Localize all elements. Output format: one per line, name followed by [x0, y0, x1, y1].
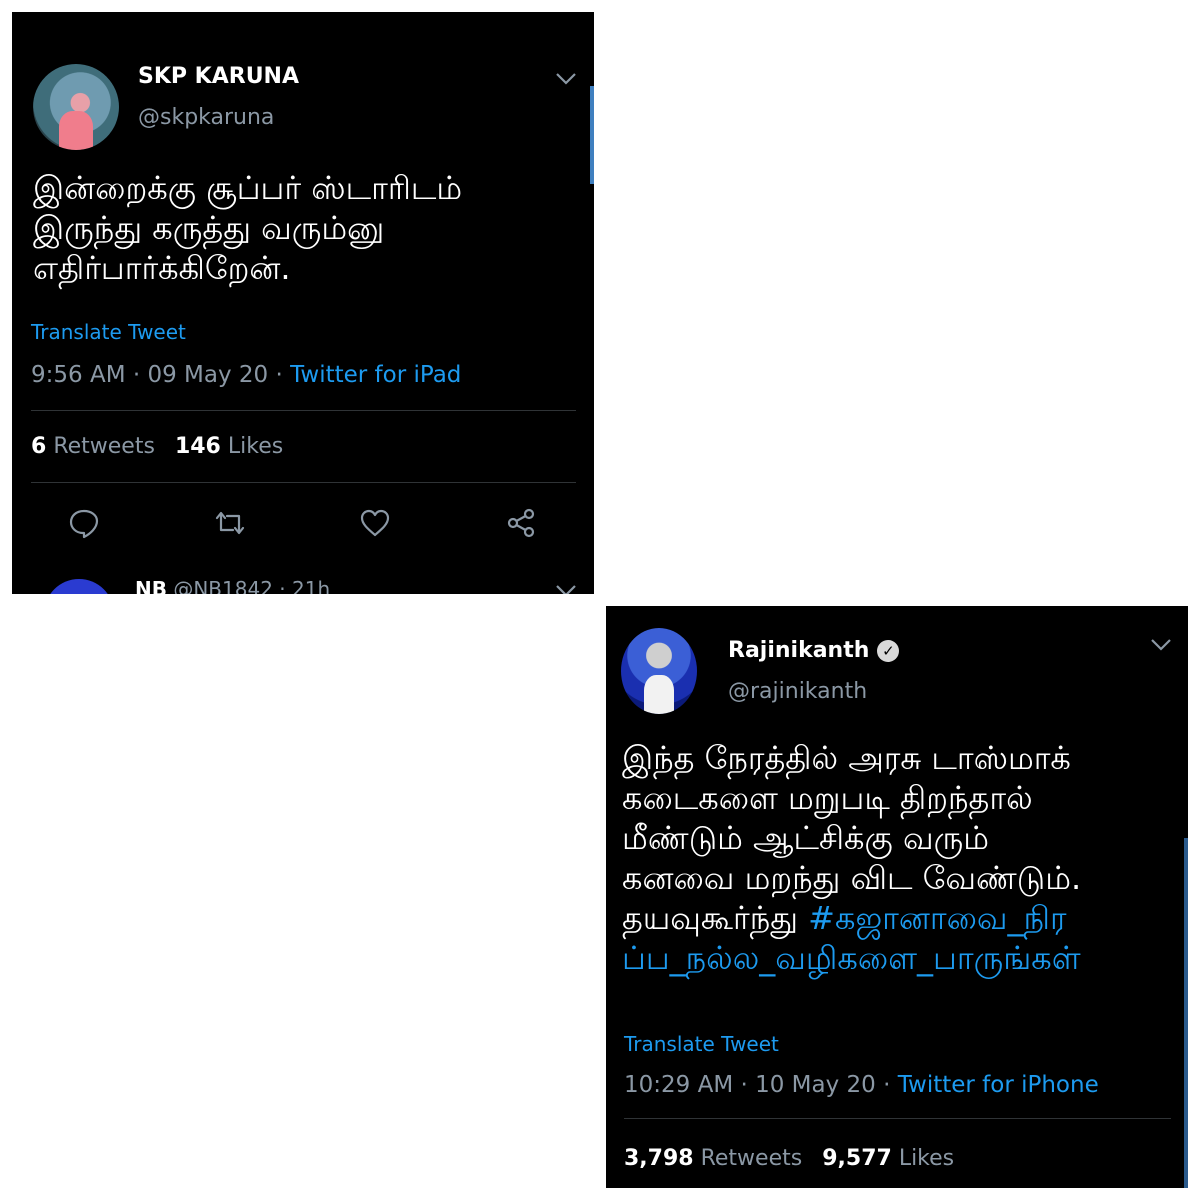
avatar-figure [643, 675, 675, 714]
avatar[interactable] [33, 64, 119, 150]
like-button[interactable] [358, 506, 392, 540]
likes-count: 9,577 [822, 1146, 892, 1171]
tweet-card-skpkaruna: SKP KARUNA @skpkaruna இன்றைக்கு சூப்பர் … [12, 12, 594, 594]
retweets-count: 3,798 [624, 1146, 694, 1171]
avatar[interactable] [621, 628, 697, 714]
retweets-label: Retweets [700, 1146, 803, 1171]
avatar-figure [58, 111, 94, 150]
tweet-stats: 6 Retweets 146 Likes [31, 434, 283, 459]
scrollbar[interactable] [590, 86, 594, 184]
verified-badge-icon: ✓ [877, 639, 900, 662]
display-name[interactable]: NB [135, 577, 167, 594]
tweet-source-link[interactable]: Twitter for iPad [290, 362, 461, 388]
display-name[interactable]: SKP KARUNA [138, 64, 299, 89]
tweet-time: 9:56 AM [31, 362, 126, 388]
meta-separator: · [268, 362, 291, 388]
translate-tweet-link[interactable]: Translate Tweet [31, 320, 186, 344]
retweet-button[interactable] [213, 506, 247, 540]
tweet-meta: 9:56 AM · 09 May 20 · Twitter for iPad [31, 362, 461, 388]
avatar[interactable] [44, 579, 114, 594]
retweets-stat[interactable]: 3,798 Retweets [624, 1146, 802, 1171]
tweet-text-prefix: தயவுகூர்ந்து [622, 899, 809, 937]
user-handle[interactable]: @skpkaruna [138, 105, 274, 130]
reply-button[interactable] [67, 506, 101, 540]
translate-tweet-link[interactable]: Translate Tweet [624, 1032, 779, 1056]
divider [31, 482, 576, 483]
likes-label: Likes [227, 434, 284, 459]
hashtag-link[interactable]: ப்ப_நல்ல_வழிகளை_பாருங்கள் [622, 938, 1162, 978]
tweet-text: இன்றைக்கு சூப்பர் ஸ்டாரிடம் இருந்து கருத… [33, 168, 553, 288]
meta-separator: · [733, 1072, 756, 1098]
retweet-icon [215, 511, 245, 535]
tweet-meta: 10:29 AM · 10 May 20 · Twitter for iPhon… [624, 1072, 1099, 1098]
tweet-stats: 3,798 Retweets 9,577 Likes [624, 1146, 954, 1171]
retweets-stat[interactable]: 6 Retweets [31, 434, 155, 459]
retweets-count: 6 [31, 434, 47, 459]
meta-separator: · [125, 362, 148, 388]
tweet-time: 10:29 AM [624, 1072, 734, 1098]
likes-stat[interactable]: 146 Likes [175, 434, 283, 459]
display-name[interactable]: Rajinikanth ✓ [728, 638, 900, 663]
share-button[interactable] [504, 506, 538, 540]
next-tweet-preview[interactable]: NB @NB1842 · 21h [12, 574, 594, 594]
likes-label: Likes [898, 1146, 955, 1171]
tweet-text-line: எதிர்பார்க்கிறேன். [33, 249, 291, 287]
tweet-date[interactable]: 10 May 20 [755, 1072, 876, 1098]
user-handle[interactable]: @rajinikanth [728, 679, 867, 704]
next-tweet-header: NB @NB1842 · 21h [135, 577, 330, 594]
tweet-date[interactable]: 09 May 20 [147, 362, 268, 388]
user-handle-time: @NB1842 · 21h [173, 577, 331, 594]
chevron-down-icon[interactable] [555, 584, 577, 594]
tweet-text-line: கடைகளை மறுபடி திறந்தால் [622, 779, 1033, 817]
tweet-text-line: இருந்து கருத்து வரும்னு [33, 209, 385, 247]
tweet-text: இந்த நேரத்தில் அரசு டாஸ்மாக் கடைகளை மறுப… [622, 738, 1162, 978]
divider [31, 410, 576, 411]
like-icon [360, 509, 390, 537]
retweets-label: Retweets [53, 434, 155, 459]
likes-stat[interactable]: 9,577 Likes [822, 1146, 954, 1171]
chevron-down-icon[interactable] [1150, 638, 1172, 652]
likes-count: 146 [174, 434, 221, 459]
scrollbar[interactable] [1184, 838, 1188, 1188]
tweet-source-link[interactable]: Twitter for iPhone [898, 1072, 1099, 1098]
reply-icon [69, 509, 99, 539]
share-icon [507, 508, 535, 538]
tweet-text-line: கனவை மறந்து விட வேண்டும். [622, 859, 1082, 897]
chevron-down-icon[interactable] [555, 72, 577, 86]
tweet-text-line: மீண்டும் ஆட்சிக்கு வரும் [622, 819, 989, 857]
divider [624, 1118, 1171, 1119]
tweet-text-line: தயவுகூர்ந்து #கஜானாவை_நிர [622, 898, 1162, 938]
hashtag-link[interactable]: #கஜானாவை_நிர [808, 899, 1066, 937]
meta-separator: · [875, 1072, 898, 1098]
tweet-card-rajinikanth: Rajinikanth ✓ @rajinikanth இந்த நேரத்தில்… [606, 606, 1188, 1188]
display-name-text: Rajinikanth [728, 638, 870, 663]
tweet-text-line: இந்த நேரத்தில் அரசு டாஸ்மாக் [622, 739, 1071, 777]
tweet-text-line: இன்றைக்கு சூப்பர் ஸ்டாரிடம் [33, 169, 463, 207]
